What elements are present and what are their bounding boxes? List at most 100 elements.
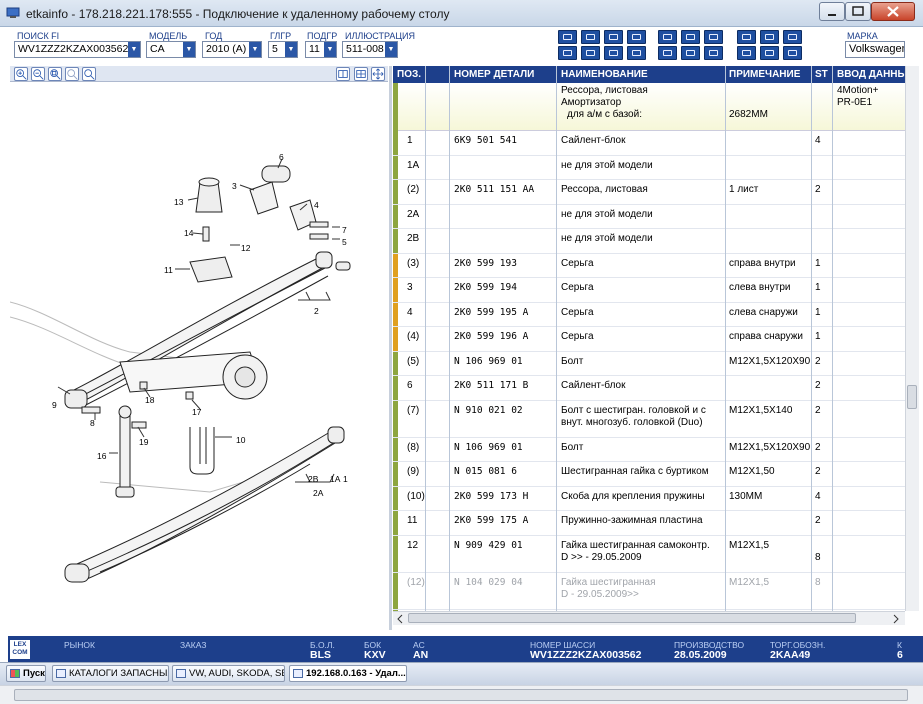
table-row[interactable]: 12 N 909 429 01 Гайка шестигранная самокон…	[393, 535, 905, 573]
layout-split-icon[interactable]	[336, 67, 350, 81]
table-row[interactable]: 6 2K0 511 171 B Сайлент-блок 2	[393, 376, 905, 401]
arrow-icon[interactable]	[658, 46, 677, 60]
car-icon[interactable]	[627, 30, 646, 44]
callout-12[interactable]: 12	[241, 243, 250, 253]
callout-17[interactable]: 17	[192, 407, 201, 417]
table-row[interactable]: 1 6K9 501 541 Сайлент-блок 4	[393, 131, 905, 156]
layout-grid-icon[interactable]	[354, 67, 368, 81]
table-row[interactable]: 11 2K0 599 175 A Пружинно-зажимная пластин…	[393, 511, 905, 536]
callout-16[interactable]: 16	[97, 451, 106, 461]
callout-5[interactable]: 5	[342, 237, 347, 247]
minimize-button[interactable]	[819, 2, 845, 21]
callout-18[interactable]: 18	[145, 395, 154, 405]
model-select[interactable]: CA ▼	[146, 41, 196, 58]
first-icon[interactable]	[783, 30, 802, 44]
taskbar-item-remote[interactable]: 192.168.0.163 - Удал...	[289, 665, 407, 682]
monitor-icon[interactable]	[704, 46, 723, 60]
vertical-scroll-thumb[interactable]	[907, 385, 917, 409]
col-input-header[interactable]: ВВОД ДАННЫ	[837, 69, 907, 80]
start-button[interactable]: Пуск	[6, 665, 46, 682]
callout-3[interactable]: 3	[232, 181, 237, 191]
table-row[interactable]: 2B не для этой модели	[393, 229, 905, 254]
col-name-header[interactable]: НАИМЕНОВАНИЕ	[561, 69, 648, 80]
table-row[interactable]: (7) N 910 021 02 Болт с шестигран. головко…	[393, 400, 905, 438]
callout-2[interactable]: 2	[314, 306, 319, 316]
move-icon[interactable]	[371, 67, 385, 81]
main-group-select[interactable]: 5 ▼	[268, 41, 298, 58]
cart-icon[interactable]	[704, 30, 723, 44]
table-row[interactable]: (4) 2K0 599 196 A Серьга справа снаружи 1	[393, 327, 905, 352]
col-part-number-header[interactable]: НОМЕР ДЕТАЛИ	[454, 69, 534, 80]
taskbar-item-catalogs[interactable]: КАТАЛОГИ ЗАПАСНЫХ ...	[52, 665, 169, 682]
callout-13[interactable]: 13	[174, 197, 183, 207]
last-icon[interactable]	[783, 46, 802, 60]
col-note-header[interactable]: ПРИМЕЧАНИЕ	[729, 69, 800, 80]
scroll-right-icon[interactable]	[891, 614, 901, 624]
taskbar-item-vw[interactable]: VW, AUDI, SKODA, SEAT	[172, 665, 285, 682]
table-row[interactable]: (5) N 106 969 01 Болт M12X1,5X120X90 2	[393, 351, 905, 376]
doc-icon[interactable]	[581, 46, 600, 60]
chevron-down-icon[interactable]: ▼	[324, 42, 336, 57]
table-row[interactable]: 2A не для этой модели	[393, 204, 905, 229]
chevron-down-icon[interactable]: ▼	[285, 42, 297, 57]
table-row[interactable]: (2) 2K0 511 151 AA Рессора, листовая 1 лист…	[393, 180, 905, 205]
pin-icon[interactable]	[737, 30, 756, 44]
callout-8[interactable]: 8	[90, 418, 95, 428]
col-pos-header[interactable]: ПОЗ.	[397, 69, 421, 80]
scroll-left-icon[interactable]	[395, 614, 405, 624]
table-row[interactable]: (9) N 015 081 6 Шестигранная гайка с бурти…	[393, 462, 905, 487]
zoom-fit-icon[interactable]	[48, 67, 62, 81]
table-row[interactable]: (3) 2K0 599 193 Серьга справа внутри 1	[393, 253, 905, 278]
callout-2a[interactable]: 2A	[313, 488, 323, 498]
table-row[interactable]: 1A не для этой модели	[393, 155, 905, 180]
table-row[interactable]: (10) 2K0 599 173 H Скоба для крепления пру…	[393, 486, 905, 511]
search-input[interactable]: WV1ZZZ2KZAX003562 ▼	[14, 41, 141, 58]
panel-splitter[interactable]	[389, 66, 392, 630]
search-icon[interactable]	[82, 67, 96, 81]
close-button[interactable]	[871, 2, 915, 21]
zoom-out-icon[interactable]	[31, 67, 45, 81]
horizontal-scroll-thumb[interactable]	[408, 613, 856, 623]
callout-11[interactable]: 11	[164, 265, 173, 275]
col-st-header[interactable]: ST	[815, 69, 828, 80]
print-icon[interactable]	[558, 30, 577, 44]
callout-1a[interactable]: 1A	[330, 474, 340, 484]
callout-14[interactable]: 14	[184, 228, 193, 238]
table-row[interactable]: 3 2K0 599 194 Серьга слева внутри 1	[393, 278, 905, 303]
monitor-icon[interactable]	[681, 46, 700, 60]
remote-horizontal-scrollbar[interactable]	[0, 685, 923, 704]
year-select[interactable]: 2010 (A) ▼	[202, 41, 262, 58]
chevron-down-icon[interactable]: ▼	[183, 42, 195, 57]
callout-2b[interactable]: 2B	[308, 474, 318, 484]
table-row[interactable]: 4 2K0 599 195 A Серьга слева снаружи 1	[393, 302, 905, 327]
settings-icon[interactable]	[627, 46, 646, 60]
search-doc-icon[interactable]	[581, 30, 600, 44]
parts-illustration[interactable]	[10, 82, 388, 630]
chevron-down-icon[interactable]: ▼	[249, 42, 261, 57]
table-row[interactable]: (8) N 106 969 01 Болт M12X1,5X120X90 2	[393, 437, 905, 462]
zoom-window-icon[interactable]	[65, 67, 79, 81]
brand-select[interactable]: Volkswagen	[845, 41, 905, 58]
maximize-button[interactable]	[845, 2, 871, 21]
callout-9[interactable]: 9	[52, 400, 57, 410]
info-icon[interactable]	[681, 30, 700, 44]
back-forward-icon[interactable]	[760, 30, 779, 44]
chevron-down-icon[interactable]: ▼	[128, 42, 140, 57]
callout-19[interactable]: 19	[139, 437, 148, 447]
callout-1[interactable]: 1	[343, 474, 348, 484]
prev-icon[interactable]	[737, 46, 756, 60]
table-row[interactable]: (12) N 104 029 04 Гайка шестигранная D - 29…	[393, 572, 905, 610]
link-icon[interactable]	[604, 30, 623, 44]
sub-group-select[interactable]: 11 ▼	[305, 41, 337, 58]
chevron-down-icon[interactable]: ▼	[385, 42, 397, 57]
callout-7[interactable]: 7	[342, 225, 347, 235]
truck-icon[interactable]	[658, 30, 677, 44]
callout-4[interactable]: 4	[314, 200, 319, 210]
next-icon[interactable]	[760, 46, 779, 60]
key-icon[interactable]	[604, 46, 623, 60]
cart-icon[interactable]	[558, 46, 577, 60]
table-vertical-scrollbar[interactable]	[905, 66, 919, 611]
zoom-in-icon[interactable]	[14, 67, 28, 81]
callout-10[interactable]: 10	[236, 435, 245, 445]
callout-6[interactable]: 6	[279, 152, 284, 162]
